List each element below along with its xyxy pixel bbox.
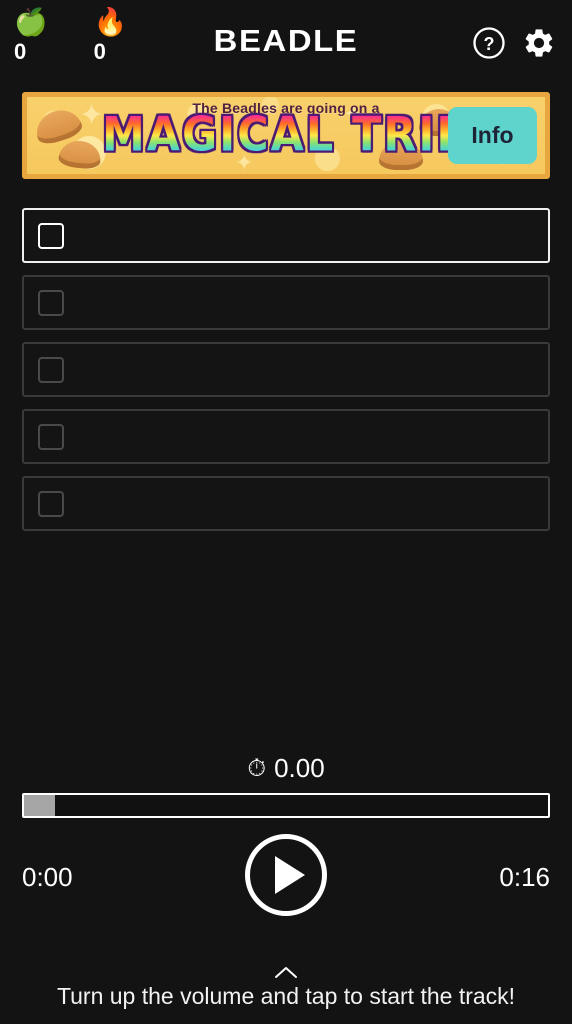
timer-display: ⏱ 0.00 xyxy=(0,752,572,784)
play-button[interactable] xyxy=(245,834,327,916)
current-time-label: 0:00 xyxy=(22,862,73,892)
chevron-up-icon[interactable] xyxy=(274,965,298,979)
help-icon[interactable]: ? xyxy=(471,25,507,61)
total-time-label: 0:16 xyxy=(499,862,550,892)
audio-player: ⏱ 0.00 0:00 0:16 xyxy=(0,752,572,916)
guess-checkbox[interactable] xyxy=(38,356,64,383)
guess-checkbox[interactable] xyxy=(38,222,64,249)
guess-row-1[interactable] xyxy=(22,208,550,263)
guess-row-4[interactable] xyxy=(22,409,550,464)
app-header: 🍏 0 🔥 0 BEADLE ? xyxy=(0,0,572,86)
stopwatch-icon: ⏱ xyxy=(247,754,267,782)
guess-rows xyxy=(22,208,550,543)
header-icon-group: ? xyxy=(471,25,557,61)
guess-checkbox[interactable] xyxy=(38,423,64,450)
progress-bar[interactable] xyxy=(22,793,550,818)
transport-controls: 0:00 0:16 xyxy=(0,834,572,916)
play-triangle-icon xyxy=(274,856,305,894)
beadle-app: 🍏 0 🔥 0 BEADLE ? ✦ MAGICAL TRIP Info ⏱ 0… xyxy=(0,0,572,1024)
timer-value: 0.00 xyxy=(274,752,325,783)
promo-banner[interactable]: ✦ ✦ ✦ The Beadles are going on a MAGICAL… xyxy=(22,92,550,179)
footer-message: Turn up the volume and tap to start the … xyxy=(56,983,516,1009)
info-button[interactable]: Info xyxy=(448,107,537,164)
svg-text:?: ? xyxy=(484,34,495,54)
guess-row-3[interactable] xyxy=(22,342,550,397)
footer: Turn up the volume and tap to start the … xyxy=(0,965,572,1010)
guess-checkbox[interactable] xyxy=(38,289,64,316)
guess-checkbox[interactable] xyxy=(38,490,64,517)
guess-row-2[interactable] xyxy=(22,275,550,330)
progress-bar-fill xyxy=(24,795,56,816)
settings-gear-icon[interactable] xyxy=(521,25,557,61)
guess-row-5[interactable] xyxy=(22,476,550,531)
